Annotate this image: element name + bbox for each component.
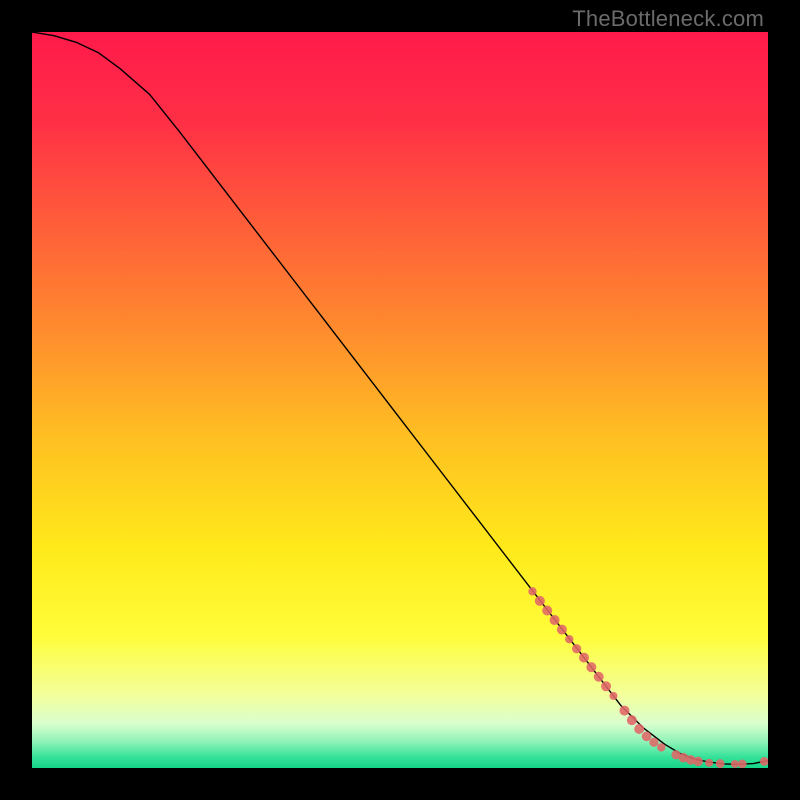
marker-point	[528, 587, 536, 595]
chart-svg	[32, 32, 768, 768]
marker-point	[586, 662, 596, 672]
marker-point	[619, 706, 629, 716]
watermark-label: TheBottleneck.com	[572, 6, 764, 32]
marker-point	[572, 644, 581, 653]
marker-point	[579, 653, 589, 663]
marker-point	[649, 738, 658, 747]
gradient-background	[32, 32, 768, 768]
marker-point	[557, 625, 567, 635]
marker-point	[731, 760, 739, 768]
marker-point	[705, 759, 713, 767]
marker-point	[716, 759, 725, 768]
marker-point	[627, 715, 637, 725]
marker-point	[634, 724, 644, 734]
plot-area	[32, 32, 768, 768]
marker-point	[542, 606, 552, 616]
marker-point	[601, 681, 611, 691]
marker-point	[565, 635, 573, 643]
marker-point	[550, 615, 560, 625]
marker-point	[609, 692, 617, 700]
marker-point	[738, 760, 747, 768]
marker-point	[594, 672, 604, 682]
marker-point	[693, 757, 703, 767]
marker-point	[642, 732, 652, 742]
marker-point	[535, 596, 545, 606]
chart-stage: TheBottleneck.com	[0, 0, 800, 800]
marker-point	[657, 743, 665, 751]
